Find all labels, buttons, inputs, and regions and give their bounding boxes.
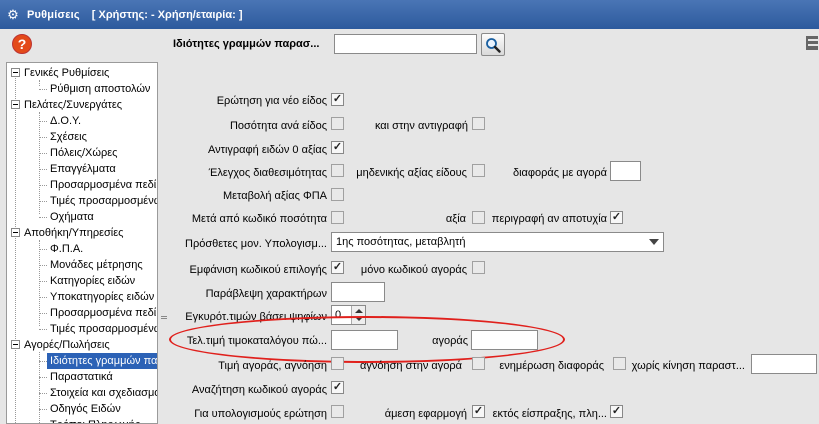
tree-item[interactable]: Προσαρμοσμένα πεδί [50, 305, 156, 321]
also-copy-checkbox[interactable] [472, 117, 485, 130]
last-price-input[interactable] [331, 330, 398, 350]
extra-units-label: Πρόσθετες μον. Υπολογισμ... [185, 238, 327, 250]
tree-item[interactable]: Μονάδες μέτρησης [50, 257, 143, 273]
after-code-checkbox[interactable] [331, 211, 344, 224]
zero-value-label: μηδενικής αξίας είδους [356, 167, 467, 179]
tree-item[interactable]: Δ.Ο.Υ. [50, 113, 81, 129]
ask-new-item-label: Ερώτηση για νέο είδος [216, 95, 327, 107]
tree-item[interactable]: Τιμές προσαρμοσμένω [50, 321, 157, 337]
for-calc-checkbox[interactable] [331, 405, 344, 418]
description-fail-checkbox[interactable] [610, 211, 623, 224]
value-checkbox[interactable] [472, 211, 485, 224]
update-diff-label: ενημέρωση διαφοράς [499, 360, 604, 372]
except-collect-label: εκτός είσπραξης, πλη... [492, 408, 607, 420]
valid-price-value: 0 [335, 309, 342, 321]
tree-item[interactable]: Στοιχεία και σχεδιασμό [50, 385, 157, 401]
tree-item[interactable]: Οχήματα [50, 209, 94, 225]
tree-item[interactable]: Φ.Π.Α. [50, 241, 83, 257]
splitter[interactable] [159, 62, 169, 424]
ignore-purchase-checkbox[interactable] [472, 357, 485, 370]
menu-icon[interactable] [806, 36, 818, 50]
gear-icon: ⚙ [7, 6, 19, 22]
search-label: Ιδιότητες γραμμών παρασ... [173, 38, 320, 50]
extra-units-select[interactable]: 1ης ποσότητας, μεταβλητή [331, 232, 664, 252]
only-purchase-code-label: μόνο κωδικού αγοράς [360, 264, 467, 276]
price-purchase-checkbox[interactable] [331, 357, 344, 370]
valid-price-label: Εγκυρότ.τιμών βάσει ψηφίων [185, 311, 327, 323]
tree-item[interactable]: Ρύθμιση αποστολών [50, 81, 150, 97]
zero-value-checkbox[interactable] [472, 164, 485, 177]
show-code-label: Εμφάνιση κωδικού επιλογής [189, 264, 327, 276]
extra-units-value: 1ης ποσότητας, μεταβλητή [336, 236, 466, 248]
check-avail-checkbox[interactable] [331, 164, 344, 177]
tree-item[interactable]: Προσαρμοσμένα πεδί [50, 177, 156, 193]
update-diff-checkbox[interactable] [613, 357, 626, 370]
price-purchase-label: Τιμή αγοράς, αγνόηση [218, 360, 327, 372]
no-movement-input[interactable] [751, 354, 817, 374]
tree-item[interactable]: Σχέσεις [50, 129, 87, 145]
tree-toggle-icon[interactable] [11, 228, 20, 237]
tree-toggle-icon[interactable] [11, 100, 20, 109]
skip-chars-label: Παράβλεψη χαρακτήρων [205, 288, 327, 300]
valid-price-stepper[interactable]: 0 [331, 305, 366, 325]
title-bar: ⚙ Ρυθμίσεις [ Χρήστης: - Χρήση/εταιρία: … [0, 0, 819, 29]
search-purchase-code-checkbox[interactable] [331, 381, 344, 394]
copy-zero-label: Αντιγραφή ειδών 0 αξίας [207, 144, 327, 156]
diff-purchase-label: διαφοράς με αγορά [512, 167, 607, 179]
skip-chars-input[interactable] [331, 282, 385, 302]
tree-group[interactable]: Πελάτες/Συνεργάτες [24, 97, 122, 113]
tree-item[interactable]: Παραστατικά [50, 369, 113, 385]
except-collect-checkbox[interactable] [610, 405, 623, 418]
for-calc-label: Για υπολογισμούς ερώτηση [194, 408, 327, 420]
help-icon[interactable]: ? [12, 34, 32, 54]
only-purchase-code-checkbox[interactable] [472, 261, 485, 274]
copy-zero-checkbox[interactable] [331, 141, 344, 154]
tree-item[interactable]: Τρόποι Πληρωμής [50, 417, 140, 423]
tree-item[interactable]: Κατηγορίες ειδών [50, 273, 135, 289]
after-code-label: Μετά από κωδικό ποσότητα [191, 213, 327, 225]
tree-item[interactable]: Πόλεις/Χώρες [50, 145, 117, 161]
chevron-down-icon [649, 239, 659, 245]
search-purchase-code-label: Αναζήτηση κωδικού αγοράς [191, 384, 327, 396]
search-button[interactable] [481, 33, 505, 56]
tree-toggle-icon[interactable] [11, 68, 20, 77]
description-fail-label: περιγραφή αν αποτυχία [491, 213, 607, 225]
value-label: αξία [445, 213, 466, 225]
tree-group[interactable]: Αποθήκη/Υπηρεσίες [24, 225, 123, 241]
tree-item[interactable]: Επαγγέλματα [50, 161, 116, 177]
vat-change-label: Μεταβολή αξίας ΦΠΑ [222, 190, 327, 202]
immediate-label: άμεση εφαρμογή [384, 408, 467, 420]
purchase-label: αγοράς [432, 335, 468, 347]
tree-group[interactable]: Αγορές/Πωλήσεις [24, 337, 110, 353]
settings-tree[interactable]: Γενικές Ρυθμίσεις Ρύθμιση αποστολών Πελάτε… [6, 62, 158, 424]
diff-purchase-input[interactable] [610, 161, 641, 181]
show-code-checkbox[interactable] [331, 261, 344, 274]
purchase-price-input[interactable] [471, 330, 538, 350]
tree-item[interactable]: Ιδιότητες γραμμών πα [47, 353, 157, 369]
qty-per-item-label: Ποσότητα ανά είδος [229, 120, 327, 132]
tree-item[interactable]: Τιμές προσαρμοσμένω [50, 193, 157, 209]
ask-new-item-checkbox[interactable] [331, 93, 344, 106]
tree-item[interactable]: Υποκατηγορίες ειδών [50, 289, 154, 305]
search-input[interactable] [334, 34, 477, 54]
check-avail-label: Έλεγχος διαθεσιμότητας [208, 167, 327, 179]
search-icon [486, 37, 501, 53]
qty-per-item-checkbox[interactable] [331, 117, 344, 130]
window-title: Ρυθμίσεις [27, 8, 80, 21]
also-copy-label: και στην αντιγραφή [374, 120, 468, 132]
last-price-label: Τελ.τιμή τιμοκαταλόγου πώ... [186, 335, 327, 347]
tree-item[interactable]: Οδηγός Ειδών [50, 401, 121, 417]
immediate-checkbox[interactable] [472, 405, 485, 418]
tree-toggle-icon[interactable] [11, 340, 20, 349]
window-context: [ Χρήστης: - Χρήση/εταιρία: ] [91, 8, 243, 21]
ignore-purchase-label: αγνόηση στην αγορά [360, 360, 462, 372]
tree-group[interactable]: Γενικές Ρυθμίσεις [24, 65, 109, 81]
no-movement-label: χωρίς κίνηση παραστ... [631, 360, 745, 372]
vat-change-checkbox[interactable] [331, 188, 344, 201]
